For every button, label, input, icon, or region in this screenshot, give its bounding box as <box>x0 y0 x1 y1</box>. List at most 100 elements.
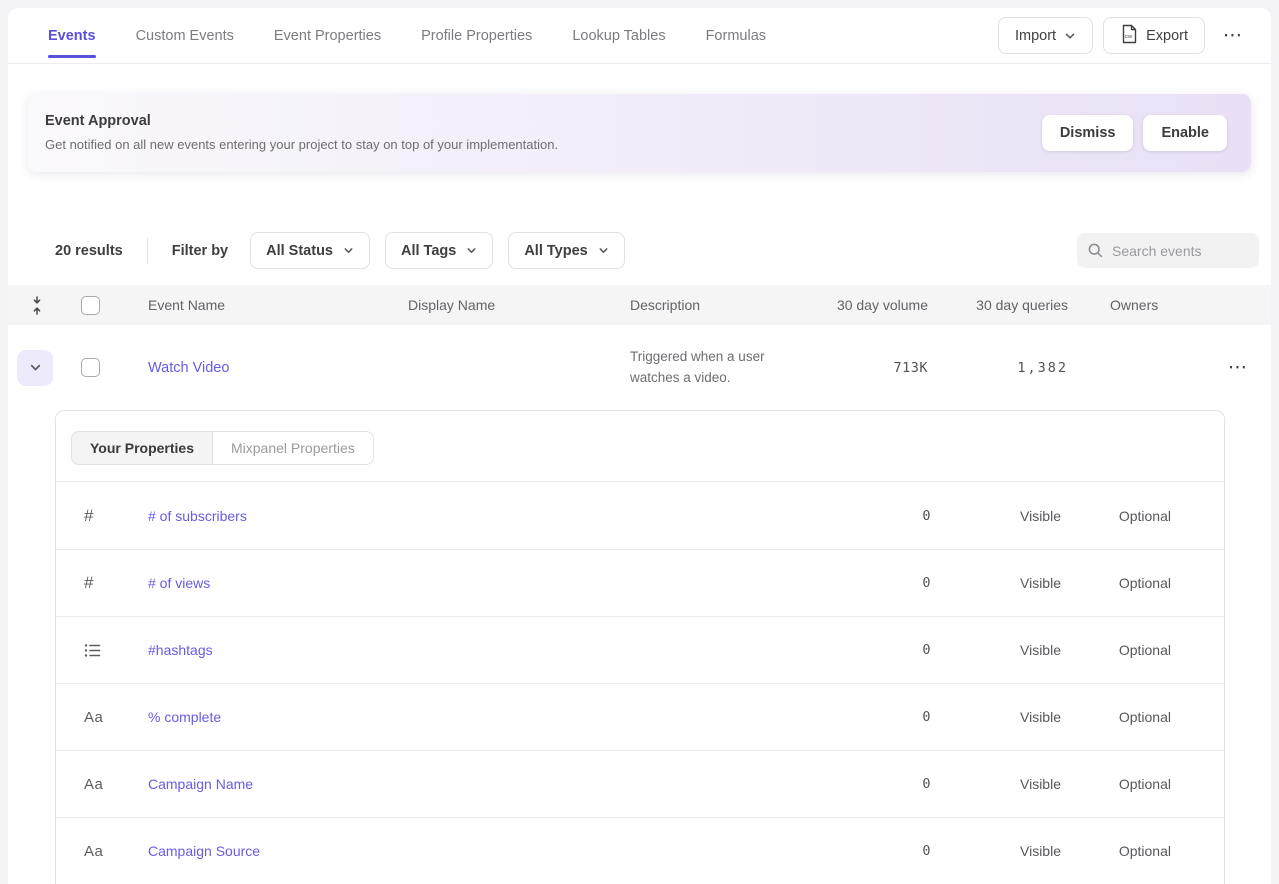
dismiss-button[interactable]: Dismiss <box>1042 115 1134 151</box>
banner-text: Event Approval Get notified on all new e… <box>45 111 558 154</box>
tab-event-properties[interactable]: Event Properties <box>274 8 381 63</box>
chevron-down-icon <box>343 245 354 256</box>
tab-your-properties[interactable]: Your Properties <box>72 432 212 464</box>
text-type-icon: Aa <box>84 843 103 860</box>
column-display-name[interactable]: Display Name <box>398 297 620 313</box>
number-type-icon: # <box>84 506 93 526</box>
tab-mixpanel-properties[interactable]: Mixpanel Properties <box>212 432 373 464</box>
nav-tabs: Events Custom Events Event Properties Pr… <box>48 8 766 63</box>
search-input[interactable] <box>1112 243 1249 259</box>
import-button-label: Import <box>1015 28 1056 44</box>
search-icon <box>1087 242 1104 259</box>
banner-title: Event Approval <box>45 111 558 133</box>
more-options-icon[interactable]: ⋯ <box>1215 26 1251 45</box>
status-filter-label: All Status <box>266 243 333 259</box>
chevron-down-icon <box>466 245 477 256</box>
tab-formulas[interactable]: Formulas <box>706 8 766 63</box>
collapse-row-button[interactable] <box>17 350 53 386</box>
property-visibility: Visible <box>931 642 1061 658</box>
property-visibility: Visible <box>931 843 1061 859</box>
top-navigation: Events Custom Events Event Properties Pr… <box>8 8 1271 64</box>
property-count: 0 <box>781 642 931 658</box>
property-requirement: Optional <box>1061 843 1171 859</box>
property-row: #hashtags 0 Visible Optional <box>56 616 1224 683</box>
import-button[interactable]: Import <box>998 17 1093 54</box>
property-row: # # of views 0 Visible Optional <box>56 549 1224 616</box>
properties-tabs-wrap: Your Properties Mixpanel Properties <box>56 411 1224 482</box>
row-more-options-icon[interactable]: ⋯ <box>1220 357 1256 378</box>
status-filter-dropdown[interactable]: All Status <box>250 232 370 269</box>
property-requirement: Optional <box>1061 508 1171 524</box>
tags-filter-dropdown[interactable]: All Tags <box>385 232 493 269</box>
text-type-icon: Aa <box>84 709 103 726</box>
collapse-all-icon[interactable] <box>8 296 66 315</box>
chevron-down-icon <box>598 245 609 256</box>
property-visibility: Visible <box>931 508 1061 524</box>
banner-description: Get notified on all new events entering … <box>45 135 558 155</box>
property-count: 0 <box>781 776 931 792</box>
property-count: 0 <box>781 508 931 524</box>
property-name-link[interactable]: Campaign Source <box>148 843 260 859</box>
types-filter-dropdown[interactable]: All Types <box>508 232 624 269</box>
row-checkbox[interactable] <box>81 358 100 377</box>
property-name-link[interactable]: # of views <box>148 575 210 591</box>
export-button-label: Export <box>1146 28 1188 44</box>
property-count: 0 <box>781 709 931 725</box>
property-name-link[interactable]: #hashtags <box>148 642 213 658</box>
chevron-down-icon <box>1064 30 1076 42</box>
svg-text:csv: csv <box>1125 33 1133 39</box>
column-owners[interactable]: Owners <box>1070 297 1200 313</box>
properties-tab-control: Your Properties Mixpanel Properties <box>71 431 374 465</box>
csv-file-icon: csv <box>1120 24 1138 48</box>
export-button[interactable]: csv Export <box>1103 17 1205 54</box>
column-event-name[interactable]: Event Name <box>140 297 398 313</box>
property-row: Aa Campaign Name 0 Visible Optional <box>56 750 1224 817</box>
main-card: Events Custom Events Event Properties Pr… <box>8 8 1271 884</box>
column-volume[interactable]: 30 day volume <box>820 297 930 313</box>
column-description[interactable]: Description <box>620 297 820 313</box>
events-table-header: Event Name Display Name Description 30 d… <box>8 285 1271 325</box>
property-visibility: Visible <box>931 575 1061 591</box>
tab-custom-events[interactable]: Custom Events <box>136 8 234 63</box>
property-requirement: Optional <box>1061 575 1171 591</box>
filter-by-label: Filter by <box>172 243 228 259</box>
nav-actions: Import csv Export ⋯ <box>998 17 1251 54</box>
column-queries[interactable]: 30 day queries <box>930 297 1070 313</box>
event-volume: 713K <box>820 360 930 376</box>
tab-profile-properties[interactable]: Profile Properties <box>421 8 532 63</box>
property-count: 0 <box>781 575 931 591</box>
number-type-icon: # <box>84 573 93 593</box>
property-requirement: Optional <box>1061 776 1171 792</box>
property-row: Aa % complete 0 Visible Optional <box>56 683 1224 750</box>
property-row: # # of subscribers 0 Visible Optional <box>56 482 1224 549</box>
event-description: Triggered when a user watches a video. <box>620 347 820 389</box>
property-name-link[interactable]: Campaign Name <box>148 776 253 792</box>
types-filter-label: All Types <box>524 243 587 259</box>
text-type-icon: Aa <box>84 776 103 793</box>
property-visibility: Visible <box>931 709 1061 725</box>
tags-filter-label: All Tags <box>401 243 456 259</box>
property-requirement: Optional <box>1061 709 1171 725</box>
filter-row: 20 results Filter by All Status All Tags… <box>8 232 1271 269</box>
search-box <box>1077 233 1259 268</box>
chevron-down-icon <box>29 361 42 374</box>
results-count: 20 results <box>55 243 123 259</box>
divider <box>147 238 148 264</box>
property-name-link[interactable]: # of subscribers <box>148 508 247 524</box>
enable-button[interactable]: Enable <box>1143 115 1227 151</box>
select-all-checkbox[interactable] <box>81 296 100 315</box>
properties-panel: Your Properties Mixpanel Properties # # … <box>55 410 1225 884</box>
property-count: 0 <box>781 843 931 859</box>
tab-lookup-tables[interactable]: Lookup Tables <box>572 8 665 63</box>
event-approval-banner: Event Approval Get notified on all new e… <box>28 94 1251 172</box>
property-row: Aa Campaign Source 0 Visible Optional <box>56 817 1224 884</box>
tab-events[interactable]: Events <box>48 8 96 63</box>
event-queries: 1,382 <box>930 360 1070 376</box>
list-type-icon <box>84 643 101 658</box>
property-requirement: Optional <box>1061 642 1171 658</box>
table-row-watch-video: Watch Video Triggered when a user watche… <box>8 325 1271 410</box>
property-visibility: Visible <box>931 776 1061 792</box>
event-name-link[interactable]: Watch Video <box>148 360 229 376</box>
banner-actions: Dismiss Enable <box>1042 115 1227 151</box>
property-name-link[interactable]: % complete <box>148 709 221 725</box>
